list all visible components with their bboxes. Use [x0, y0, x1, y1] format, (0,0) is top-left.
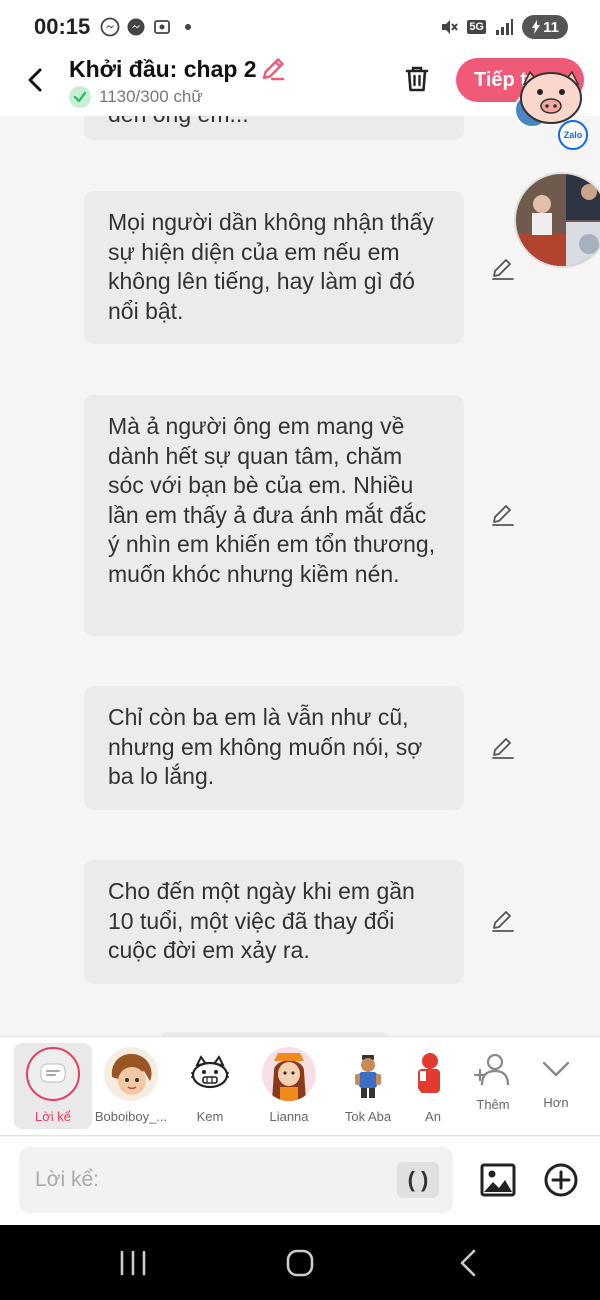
- network-type: 5G: [467, 20, 486, 34]
- chat-bubble-icon: [40, 1063, 66, 1083]
- character-lianna[interactable]: Lianna: [250, 1037, 328, 1137]
- character-label: Kem: [196, 1109, 224, 1124]
- character-boboiboy[interactable]: Boboiboy_...: [92, 1037, 170, 1137]
- screenshot-icon: [154, 20, 170, 34]
- messenger-icon: [127, 18, 145, 36]
- message-text: Mọi người dần không nhận thấy sự hiện di…: [108, 209, 434, 324]
- trash-icon[interactable]: [400, 62, 434, 96]
- pencil-icon[interactable]: [490, 735, 516, 761]
- tok-aba-avatar: [341, 1047, 395, 1101]
- message-text: Chỉ còn ba em là vẫn như cũ, nhưng em kh…: [108, 704, 423, 789]
- system-nav-bar: [0, 1225, 600, 1300]
- notification-icons: [100, 17, 198, 37]
- character-tok-aba[interactable]: Tok Aba: [329, 1037, 407, 1137]
- back-arrow-icon[interactable]: [18, 62, 54, 98]
- story-message[interactable]: Chỉ còn ba em là vẫn như cũ, nhưng em kh…: [84, 686, 464, 810]
- input-area: ( ): [0, 1137, 600, 1225]
- more-characters-button[interactable]: Hơn: [517, 1037, 595, 1137]
- story-message[interactable]: Mọi người dần không nhận thấy sự hiện di…: [84, 191, 464, 344]
- an-avatar: [414, 1047, 448, 1101]
- character-an[interactable]: An: [408, 1037, 448, 1137]
- story-message[interactable]: Mà ả người ông em mang về dành hết sự qu…: [84, 395, 464, 636]
- character-bar: Lời kể Boboiboy_... Kem Lianna Tok Aba A…: [0, 1036, 600, 1136]
- character-label: Thêm: [476, 1097, 510, 1112]
- dot-icon: [185, 24, 191, 30]
- pencil-icon[interactable]: [490, 502, 516, 528]
- chapter-title[interactable]: Khởi đầu: chap 2: [69, 56, 257, 83]
- nav-back-icon[interactable]: [452, 1247, 486, 1279]
- parenthesis-button[interactable]: ( ): [397, 1162, 439, 1198]
- story-chat-area[interactable]: đến ông em... Mọi người dần không nhận t…: [0, 116, 600, 1036]
- word-count: 1130/300 chữ: [99, 87, 203, 106]
- message-text: đến ông em...: [108, 116, 249, 127]
- character-narrator[interactable]: Lời kể: [14, 1043, 92, 1129]
- home-icon[interactable]: [283, 1247, 317, 1279]
- status-bar: 00:15 5G 11: [0, 0, 600, 54]
- story-header: Khởi đầu: chap 2 1130/300 chữ Tiếp t: [0, 54, 600, 116]
- character-label: Boboiboy_...: [94, 1109, 168, 1124]
- chevron-down-icon: [542, 1061, 570, 1077]
- plus-circle-icon[interactable]: [543, 1162, 579, 1198]
- character-label: Tok Aba: [344, 1109, 392, 1124]
- message-text: Cho đến một ngày khi em gần 10 tuổi, một…: [108, 878, 415, 963]
- character-label: Lianna: [269, 1109, 309, 1124]
- narrator-avatar: [26, 1047, 80, 1101]
- narration-input-box: ( ): [19, 1147, 453, 1213]
- character-label: An: [425, 1109, 441, 1124]
- add-person-icon: [473, 1053, 510, 1086]
- battery-indicator: 11: [522, 15, 568, 39]
- narration-input[interactable]: [35, 1147, 385, 1213]
- kem-avatar: [183, 1047, 237, 1101]
- system-status: 5G 11: [439, 15, 568, 39]
- boboiboy-avatar: [104, 1047, 158, 1101]
- pencil-icon[interactable]: [258, 54, 288, 84]
- story-message[interactable]: đến ông em...: [84, 116, 464, 140]
- pencil-icon[interactable]: [490, 908, 516, 934]
- mute-icon: [442, 20, 459, 34]
- pencil-icon[interactable]: [490, 256, 516, 282]
- character-label: Hơn: [543, 1095, 569, 1110]
- status-time: 00:15: [34, 14, 91, 39]
- character-kem[interactable]: Kem: [171, 1037, 249, 1137]
- story-message[interactable]: Cho đến một ngày khi em gần 10 tuổi, một…: [84, 860, 464, 984]
- signal-icon: [496, 19, 513, 35]
- recents-icon[interactable]: [116, 1247, 150, 1279]
- image-icon[interactable]: [479, 1161, 517, 1199]
- lianna-avatar: [262, 1047, 316, 1101]
- message-text: Mà ả người ông em mang về dành hết sự qu…: [108, 413, 436, 587]
- check-icon: [69, 86, 91, 108]
- messenger-icon: [100, 17, 120, 37]
- character-label: Lời kể: [35, 1109, 71, 1124]
- charging-icon: [532, 20, 541, 34]
- battery-level: 11: [543, 18, 559, 36]
- word-count-row: 1130/300 chữ: [69, 86, 203, 108]
